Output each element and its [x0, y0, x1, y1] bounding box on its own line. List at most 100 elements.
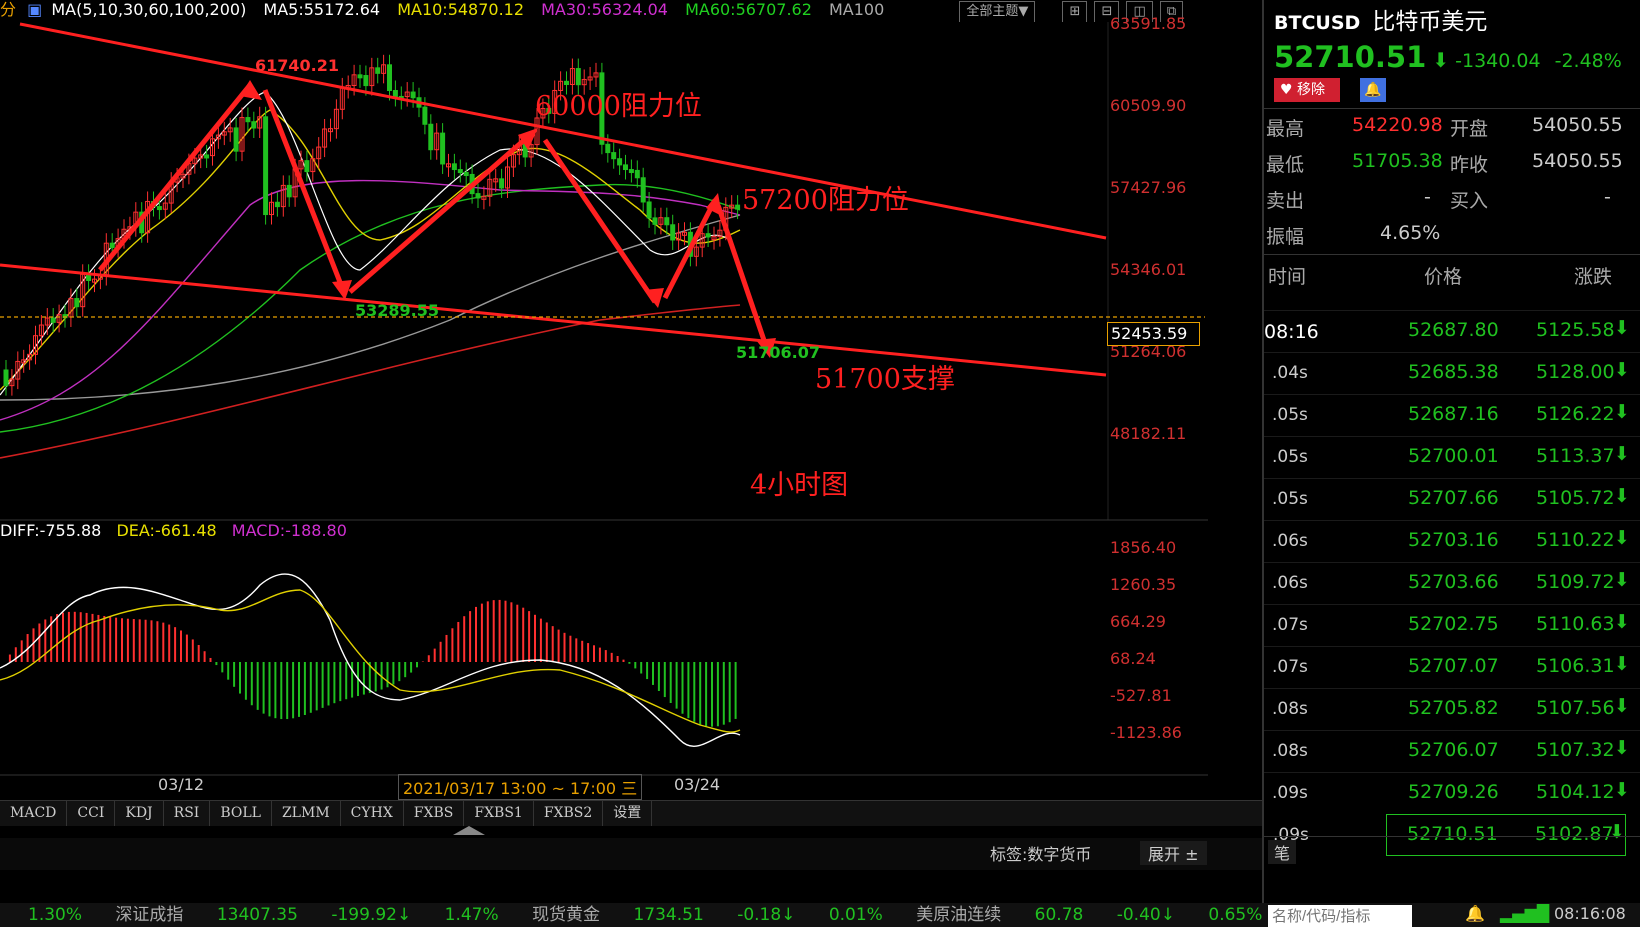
tab-fxbs1[interactable]: FXBS1 [464, 801, 533, 826]
tick-change: 5107.32 [1536, 739, 1615, 761]
date-tick-2: 03/24 [674, 775, 720, 794]
macd-tick: 1856.40 [1110, 538, 1176, 557]
tick-change: 5110.22 [1536, 529, 1615, 551]
macd-tick: 1260.35 [1110, 575, 1176, 594]
macd-value: MACD:-188.80 [232, 521, 347, 540]
pen-tab[interactable]: 笔 [1268, 840, 1296, 864]
period-label: 分 [0, 0, 16, 20]
tick-time: .05s [1272, 489, 1308, 509]
tag-label[interactable]: 标签:数字货币 [990, 841, 1091, 865]
header-change: 涨跌 [1574, 262, 1612, 289]
ticker-item[interactable]: 深证成指 [115, 903, 183, 927]
ask-value: - [1424, 186, 1431, 208]
tick-price: 52687.80 [1408, 319, 1499, 341]
macd-header: DIFF:-755.88 DEA:-661.48 MACD:-188.80 [0, 521, 347, 540]
low-price-label-1: 53289.55 [355, 301, 439, 320]
bell-icon[interactable]: 🔔 [1465, 904, 1485, 923]
down-arrow-icon: ⬇ [1614, 401, 1630, 423]
macd-axis: 1856.40 1260.35 664.29 68.24 -527.81 -11… [1110, 538, 1205, 748]
tick-price: 52685.38 [1408, 361, 1499, 383]
tab-fxbs2[interactable]: FXBS2 [534, 801, 603, 826]
theme-dropdown[interactable]: 全部主题▼ [959, 1, 1035, 22]
support-label: 51700支撑 [815, 357, 955, 396]
tab-cyhx[interactable]: CYHX [341, 801, 404, 826]
down-arrow-icon: ⬇ [1614, 443, 1630, 465]
tick-time: .09s [1272, 783, 1308, 803]
tab-boll[interactable]: BOLL [210, 801, 272, 826]
tick-price: 52702.75 [1408, 613, 1499, 635]
tick-time: 08:16 [1264, 321, 1319, 343]
ticker-item: 60.78 [1035, 903, 1084, 927]
tab-fxbs[interactable]: FXBS [404, 801, 465, 826]
amplitude-value: 4.65% [1380, 222, 1440, 244]
price-change: -1340.04 [1455, 50, 1540, 72]
tab-settings[interactable]: 设置 [603, 801, 652, 826]
down-arrow-icon: ⬇ [1432, 48, 1449, 72]
price-tick: 48182.11 [1110, 424, 1186, 443]
tab-rsi[interactable]: RSI [164, 801, 211, 826]
tick-row: .06s 52703.16 5110.22 ⬇ [1264, 520, 1640, 562]
last-price: 52710.51 [1274, 40, 1426, 74]
tick-row: .05s 52700.01 5113.37 ⬇ [1264, 436, 1640, 478]
resistance-label-1: 60000阻力位 [535, 84, 702, 123]
date-tick-1: 03/12 [158, 775, 204, 794]
bell-icon: 🔔 [1364, 82, 1381, 98]
tab-kdj[interactable]: KDJ [115, 801, 163, 826]
ticker-item: -0.18↓ [737, 903, 795, 927]
ma30-value: MA30:56324.04 [541, 0, 668, 20]
tab-macd[interactable]: MACD [0, 801, 67, 826]
low-price-label-2: 51706.07 [736, 343, 820, 362]
ticker-item[interactable]: 现货黄金 [532, 903, 600, 927]
tick-change: 5126.22 [1536, 403, 1615, 425]
layout-grid-icon[interactable]: ⊞ [1062, 1, 1087, 22]
down-arrow-icon: ⬇ [1614, 527, 1630, 549]
down-arrow-icon: ⬇ [1614, 359, 1630, 381]
tick-change: 5125.58 [1536, 319, 1615, 341]
resistance-label-2: 57200阻力位 [742, 178, 909, 217]
ma10-value: MA10:54870.12 [397, 0, 524, 20]
ma-indicator-bar: 分 ▣ MA(5,10,30,60,100,200) MA5:55172.64 … [0, 0, 1262, 22]
tick-change: 5109.72 [1536, 571, 1615, 593]
ma5-value: MA5:55172.64 [263, 0, 380, 20]
tick-row: 08:16 52687.80 5125.58 ⬇ [1264, 310, 1640, 352]
tick-price: 52709.26 [1408, 781, 1499, 803]
stat-label: 最低 [1266, 150, 1304, 177]
tab-cci[interactable]: CCI [67, 801, 115, 826]
ma60-value: MA60:56707.62 [685, 0, 812, 20]
tick-time: .04s [1272, 363, 1308, 383]
down-arrow-icon: ⬇ [1614, 569, 1630, 591]
search-input[interactable] [1268, 905, 1412, 927]
bid-value: - [1604, 186, 1611, 208]
date-range-label: 2021/03/17 13:00 ~ 17:00 三 [398, 774, 642, 800]
symbol-code: BTCUSD [1274, 12, 1360, 34]
clock: 08:16:08 [1554, 904, 1626, 923]
tag-bar: 标签:数字货币 展开 ± [0, 838, 1262, 870]
tab-collapse-icon[interactable] [453, 826, 485, 835]
chart-icon: ▣ [27, 0, 42, 20]
ticker-item[interactable]: 美原油连续 [916, 903, 1001, 927]
ticker-item: 0.65% [1208, 903, 1262, 927]
ticker-item: 13407.35 [217, 903, 298, 927]
timeframe-label: 4小时图 [750, 463, 848, 502]
alert-bell-button[interactable]: 🔔 [1360, 78, 1386, 102]
tick-change: 5105.72 [1536, 487, 1615, 509]
diff-value: DIFF:-755.88 [0, 521, 101, 540]
tick-time: .08s [1272, 741, 1308, 761]
ma100-value: MA100 [829, 0, 884, 20]
tick-price: 52703.66 [1408, 571, 1499, 593]
tick-row: .05s 52687.16 5126.22 ⬇ [1264, 394, 1640, 436]
remove-label: 移除 [1297, 82, 1325, 98]
tick-row: .09s 52709.26 5104.12 ⬇ [1264, 772, 1640, 814]
tick-row: .08s 52706.07 5107.32 ⬇ [1264, 730, 1640, 772]
remove-watch-button[interactable]: ♥ 移除 [1274, 78, 1340, 102]
ticker-item: 0.01% [829, 903, 883, 927]
header-time: 时间 [1268, 262, 1306, 289]
tick-price: 52710.51 [1407, 823, 1498, 845]
low-value: 51705.38 [1352, 150, 1443, 172]
tick-time: .07s [1272, 615, 1308, 635]
expand-button[interactable]: 展开 ± [1140, 841, 1207, 865]
tick-change: 5107.56 [1536, 697, 1615, 719]
tab-zlmm[interactable]: ZLMM [272, 801, 341, 826]
tick-row: .09s 52710.51 5102.87 ⬇ [1386, 814, 1626, 856]
heart-icon: ♥ [1280, 82, 1293, 98]
